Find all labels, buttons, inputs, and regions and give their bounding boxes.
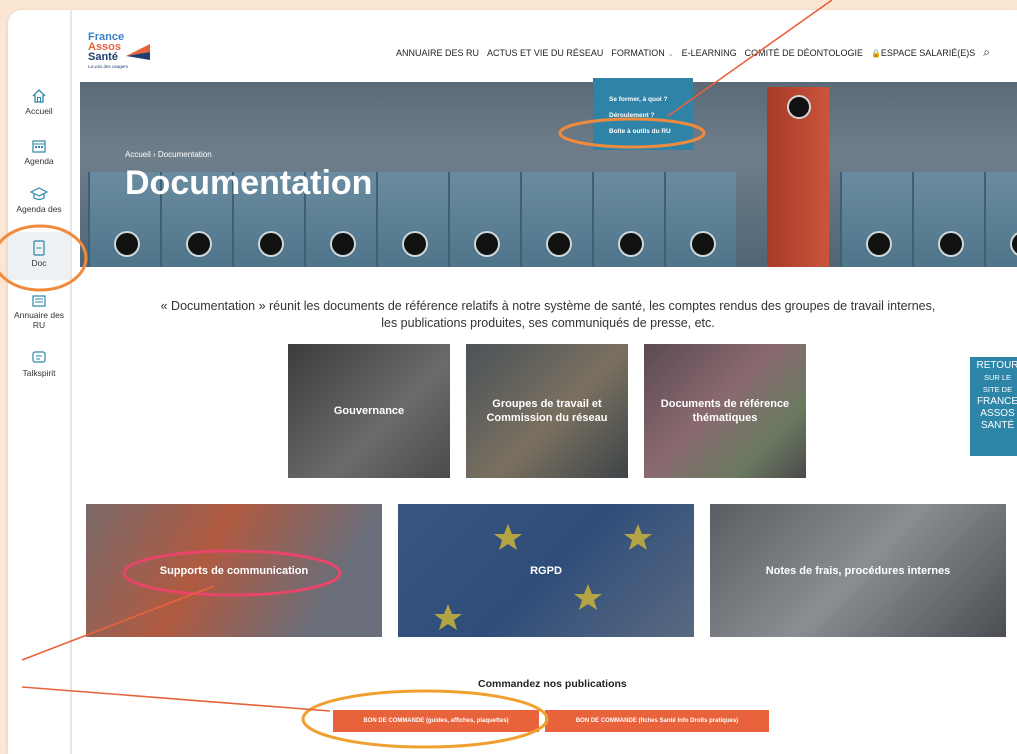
tile-label: RGPD bbox=[530, 564, 562, 577]
browser-frame: Accueil Agenda Agenda des Doc Annuaire d… bbox=[8, 10, 1017, 754]
dropdown-item[interactable]: Boîte à outils du RU bbox=[609, 128, 671, 135]
tile-rgpd[interactable]: RGPD bbox=[398, 504, 694, 637]
tile-label: Supports de communication bbox=[159, 564, 309, 577]
retour-line: SITE DE bbox=[982, 385, 1013, 394]
retour-line: RETOUR bbox=[976, 360, 1017, 371]
commande-title: Commandez nos publications bbox=[478, 678, 627, 690]
tile-gouvernance[interactable]: Gouvernance bbox=[288, 344, 450, 478]
chat-icon bbox=[32, 351, 46, 363]
retour-line: FRANCE bbox=[976, 396, 1017, 407]
tile-label: Groupes de travail et Commission du rése… bbox=[486, 398, 608, 424]
tile-label: Documents de référence thématiques bbox=[660, 398, 790, 424]
rail-item-doc[interactable]: Doc bbox=[8, 232, 70, 280]
nav-comite[interactable]: COMITÉ DE DÉONTOLOGIE bbox=[745, 48, 863, 58]
tile-notes-frais[interactable]: Notes de frais, procédures internes bbox=[710, 504, 1006, 637]
chevron-down-icon: ⌄ bbox=[667, 50, 674, 58]
graduation-cap-icon bbox=[30, 187, 48, 201]
tile-label: Gouvernance bbox=[333, 405, 405, 417]
bon-commande-fiches-button[interactable]: BON DE COMMANDE (fiches Santé Info Droit… bbox=[545, 710, 769, 732]
breadcrumb[interactable]: Accueil › Documentation bbox=[125, 150, 212, 159]
calendar-icon bbox=[32, 140, 46, 153]
rail-label: Agenda des bbox=[16, 204, 62, 214]
dropdown-item[interactable]: Se former, à quoi ? bbox=[609, 96, 668, 103]
page-title: Documentation bbox=[125, 164, 373, 202]
rail-label: Accueil bbox=[25, 106, 53, 116]
lock-icon: 🔒 bbox=[870, 48, 881, 58]
home-icon bbox=[32, 89, 46, 103]
nav-annuaire[interactable]: ANNUAIRE DES RU bbox=[396, 48, 479, 58]
nav-espace-label: ESPACE SALARIÉ(E)S bbox=[880, 47, 976, 58]
nav-formation[interactable]: FORMATION ⌄ bbox=[611, 48, 673, 58]
intro-text: « Documentation » réunit les documents d… bbox=[160, 299, 936, 330]
rail-label: Doc bbox=[31, 258, 47, 268]
retour-site-button[interactable]: RETOUR SUR LE SITE DE FRANCE ASSOS SANTÉ bbox=[970, 357, 1017, 456]
site-logo[interactable]: France Assos Santé La voix des usagers bbox=[88, 32, 158, 72]
tile-supports-communication[interactable]: Supports de communication bbox=[86, 504, 382, 637]
retour-line: SANTÉ bbox=[980, 420, 1015, 431]
nav-actus[interactable]: ACTUS ET VIE DU RÉSEAU bbox=[487, 48, 603, 58]
formation-dropdown: Se former, à quoi ? Déroulement ? Boîte … bbox=[593, 78, 693, 150]
tile-label: Notes de frais, procédures internes bbox=[765, 564, 951, 577]
rail-item-accueil[interactable]: Accueil bbox=[8, 88, 70, 116]
search-icon[interactable]: ⌕ bbox=[983, 45, 990, 60]
retour-line: ASSOS bbox=[980, 408, 1015, 419]
dropdown-item[interactable]: Déroulement ? bbox=[609, 112, 655, 119]
rail-item-annuaire[interactable]: Annuaire des RU bbox=[8, 294, 70, 330]
retour-line: SUR LE bbox=[983, 373, 1012, 382]
tile-documents-reference[interactable]: Documents de référence thématiques bbox=[644, 344, 806, 478]
rail-label: Annuaire des RU bbox=[13, 310, 65, 330]
logo-line: Santé bbox=[88, 51, 118, 63]
rail-label: Talkspirit bbox=[22, 368, 56, 378]
rail-label: Agenda bbox=[24, 156, 54, 166]
directory-icon bbox=[32, 295, 46, 307]
rail-item-agenda[interactable]: Agenda bbox=[8, 138, 70, 166]
rail-item-talkspirit[interactable]: Talkspirit bbox=[8, 350, 70, 378]
nav-elearning[interactable]: E-LEARNING bbox=[682, 48, 737, 58]
nav-espace[interactable]: 🔒ESPACE SALARIÉ(E)S bbox=[871, 48, 975, 58]
logo-tagline: La voix des usagers bbox=[88, 64, 129, 69]
document-icon bbox=[33, 240, 45, 256]
left-rail: Accueil Agenda Agenda des Doc Annuaire d… bbox=[8, 10, 72, 754]
logo-mark-icon bbox=[126, 44, 150, 60]
bon-commande-guides-button[interactable]: BON DE COMMANDE (guides, affiches, plaqu… bbox=[333, 710, 539, 732]
tile-groupes[interactable]: Groupes de travail et Commission du rése… bbox=[466, 344, 628, 478]
main-nav: ANNUAIRE DES RU ACTUS ET VIE DU RÉSEAU F… bbox=[396, 45, 998, 60]
hero-banner: Accueil › Documentation Documentation bbox=[80, 82, 1017, 267]
rail-item-agenda-des[interactable]: Agenda des bbox=[8, 186, 70, 214]
nav-formation-label: FORMATION bbox=[611, 47, 665, 58]
